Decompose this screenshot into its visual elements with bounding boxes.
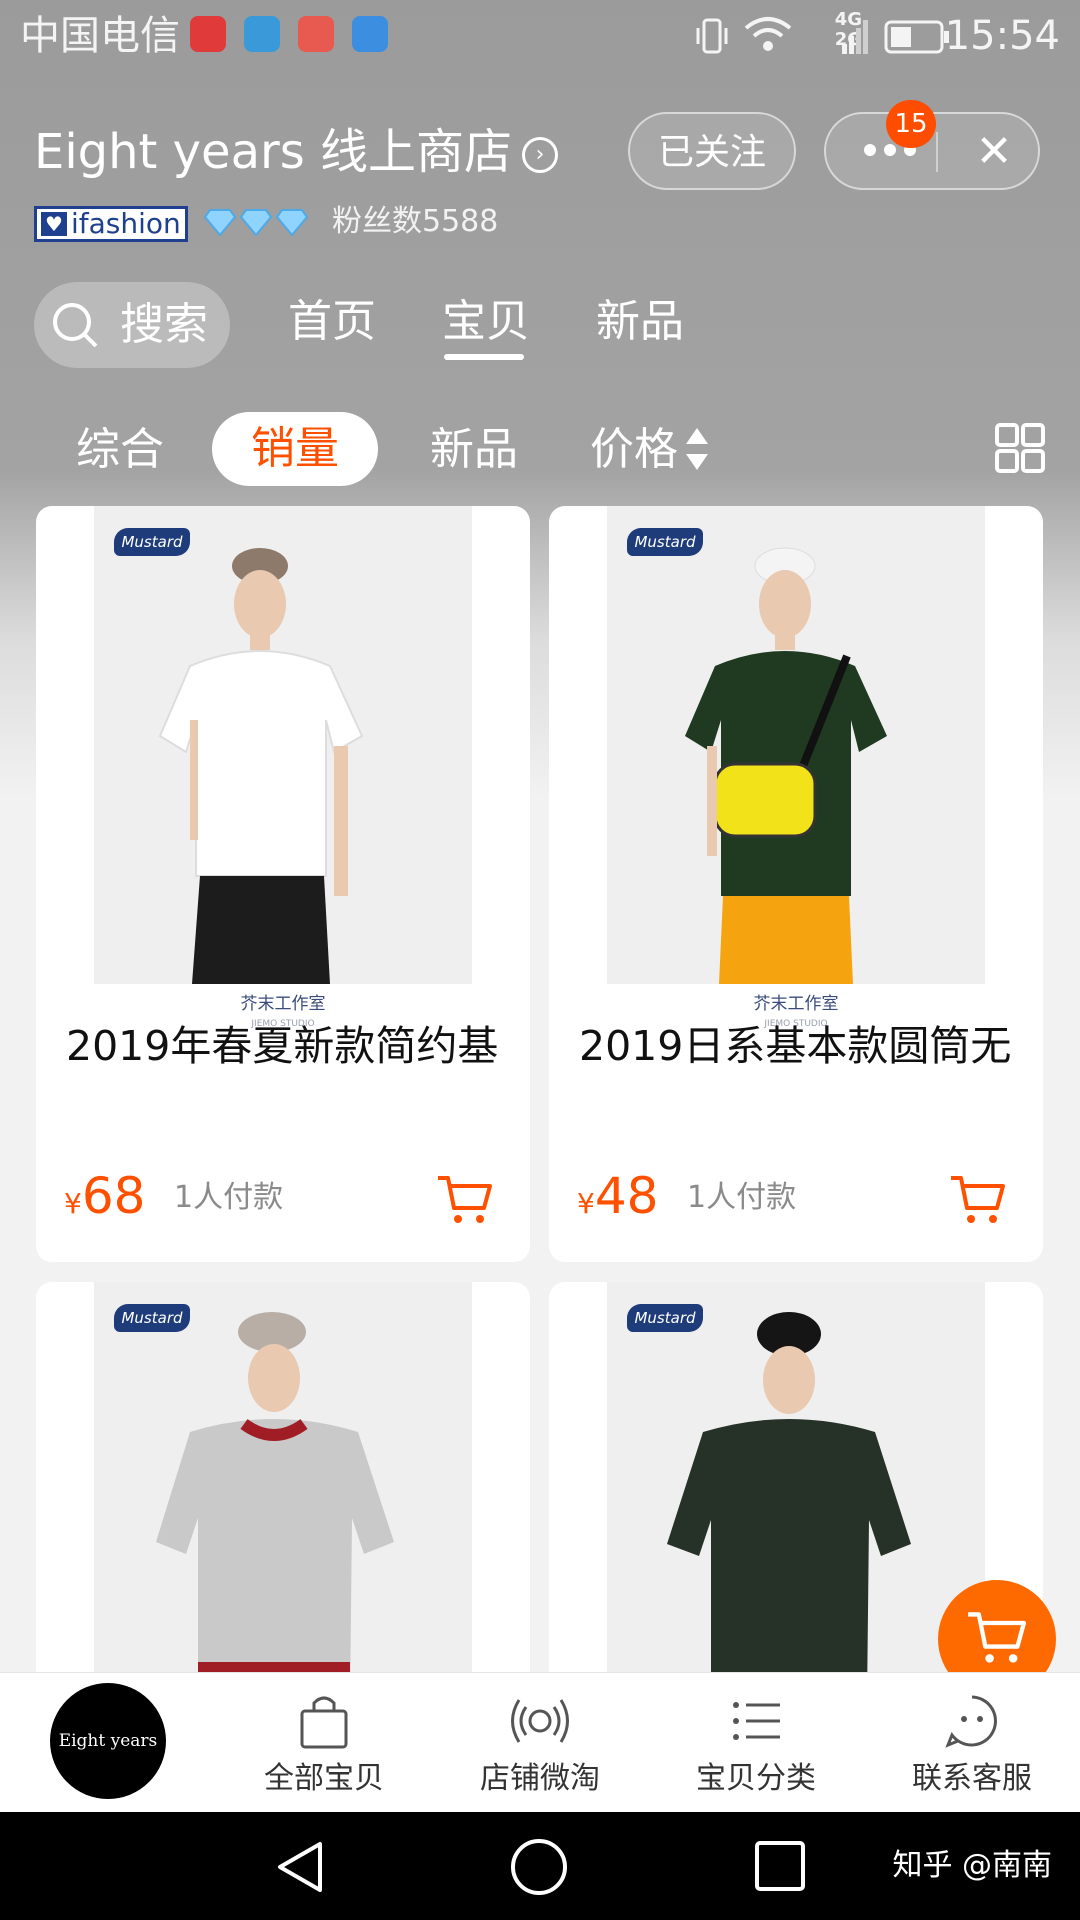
product-title: 2019日系基本款圆筒无 xyxy=(579,1022,1012,1070)
watermark: 知乎 @南南 xyxy=(892,1848,1052,1883)
cart-icon xyxy=(968,1612,1026,1663)
gallery-icon xyxy=(352,16,388,52)
diamond-icon xyxy=(276,209,308,236)
studio-label: 芥末工作室 xyxy=(753,994,839,1014)
product-card[interactable]: Mustard 芥末工作室 JIEMO STUDIO 2019年春夏新款简约基 … xyxy=(36,506,530,1262)
diamond-icon xyxy=(240,209,272,236)
product-image[interactable]: Mustard xyxy=(94,1282,472,1702)
sort-price[interactable]: 价格 xyxy=(590,420,678,480)
shop-logo-avatar[interactable]: Eight years xyxy=(50,1683,166,1799)
grid-view-icon[interactable] xyxy=(994,422,1046,474)
sort-sales[interactable]: 销量 xyxy=(212,412,378,486)
ifashion-badge: ♥ ifashion xyxy=(34,206,188,242)
active-tab-indicator xyxy=(444,354,524,360)
bottom-tab-bar: Eight years 全部宝贝 店铺微淘 宝贝分类 联系客服 xyxy=(0,1672,1080,1813)
status-bar: 中国电信 4G 2G 15:54 xyxy=(0,0,1080,72)
product-price: ¥48 xyxy=(577,1166,658,1238)
model-figure xyxy=(156,1312,394,1702)
sold-count: 1人付款 xyxy=(687,1180,797,1215)
heart-icon: ♥ xyxy=(41,212,67,236)
mail-icon xyxy=(298,16,334,52)
tab-home[interactable]: 首页 xyxy=(288,292,376,352)
product-card[interactable]: Mustard 芥末工作室 JIEMO STUDIO 2019日系基本款圆筒无 … xyxy=(549,506,1043,1262)
search-label: 搜索 xyxy=(120,299,208,350)
chevron-right-icon: › xyxy=(522,137,558,173)
tab-new-arrivals[interactable]: 新品 xyxy=(596,292,684,352)
tab-shop-feed[interactable]: 店铺微淘 xyxy=(440,1673,640,1813)
close-icon[interactable]: ✕ xyxy=(964,120,1024,184)
tab-categories[interactable]: 宝贝分类 xyxy=(656,1673,856,1813)
follow-button[interactable]: 已关注 xyxy=(628,112,796,190)
shop-name-text: Eight years 线上商店 xyxy=(34,124,512,180)
battery-icon xyxy=(884,20,949,54)
shopping-bag-icon xyxy=(300,1696,348,1749)
netease-music-icon xyxy=(190,16,226,52)
list-icon xyxy=(733,1702,780,1740)
search-icon xyxy=(53,303,98,348)
capsule-divider xyxy=(936,132,938,172)
ifashion-label: ifashion xyxy=(71,207,181,240)
add-to-cart-icon[interactable] xyxy=(949,1174,1005,1226)
back-icon[interactable] xyxy=(274,1840,326,1894)
product-price: ¥68 xyxy=(64,1166,145,1238)
shop-name[interactable]: Eight years 线上商店 › xyxy=(34,120,558,184)
add-to-cart-icon[interactable] xyxy=(436,1174,492,1226)
wifi-icon xyxy=(744,17,792,51)
tab-customer-service[interactable]: 联系客服 xyxy=(872,1673,1072,1813)
product-card[interactable]: Mustard xyxy=(36,1282,530,1702)
signal-icon xyxy=(842,20,868,54)
product-image[interactable]: Mustard 芥末工作室 JIEMO STUDIO xyxy=(607,506,985,1029)
carrier-label: 中国电信 xyxy=(20,13,180,59)
product-image[interactable]: Mustard xyxy=(607,1282,985,1702)
tab-products[interactable]: 宝贝 xyxy=(442,292,530,352)
studio-label: 芥末工作室 xyxy=(240,994,326,1014)
browser-icon xyxy=(244,16,280,52)
product-title: 2019年春夏新款简约基 xyxy=(66,1022,499,1070)
sort-arrows-icon xyxy=(686,428,708,470)
notification-badge: 15 xyxy=(886,100,936,148)
fans-count: 粉丝数5588 xyxy=(332,204,499,239)
tab-label: 店铺微淘 xyxy=(480,1761,600,1796)
sold-count: 1人付款 xyxy=(174,1180,284,1215)
tab-all-products[interactable]: 全部宝贝 xyxy=(224,1673,424,1813)
price-value: 48 xyxy=(594,1167,659,1225)
currency-symbol: ¥ xyxy=(64,1187,82,1220)
model-figure xyxy=(667,1312,911,1702)
vibrate-icon xyxy=(696,18,728,54)
home-icon[interactable] xyxy=(510,1838,568,1896)
chat-face-icon xyxy=(945,1695,997,1748)
currency-symbol: ¥ xyxy=(577,1187,595,1220)
tab-label: 全部宝贝 xyxy=(264,1761,384,1796)
model-figure xyxy=(685,547,887,984)
product-image[interactable]: Mustard 芥末工作室 JIEMO STUDIO xyxy=(94,506,472,1029)
tab-label: 联系客服 xyxy=(912,1761,1032,1796)
sort-new[interactable]: 新品 xyxy=(430,420,518,480)
broadcast-icon xyxy=(511,1699,569,1743)
clock: 15:54 xyxy=(944,13,1060,59)
tab-label: 宝贝分类 xyxy=(696,1761,816,1796)
recents-icon[interactable] xyxy=(754,1840,806,1892)
model-figure xyxy=(158,548,364,984)
price-value: 68 xyxy=(81,1167,146,1225)
system-navigation-bar: 知乎 @南南 xyxy=(0,1812,1080,1920)
sort-overall[interactable]: 综合 xyxy=(76,420,164,480)
diamond-icon xyxy=(204,209,236,236)
search-button[interactable]: 搜索 xyxy=(34,282,230,368)
